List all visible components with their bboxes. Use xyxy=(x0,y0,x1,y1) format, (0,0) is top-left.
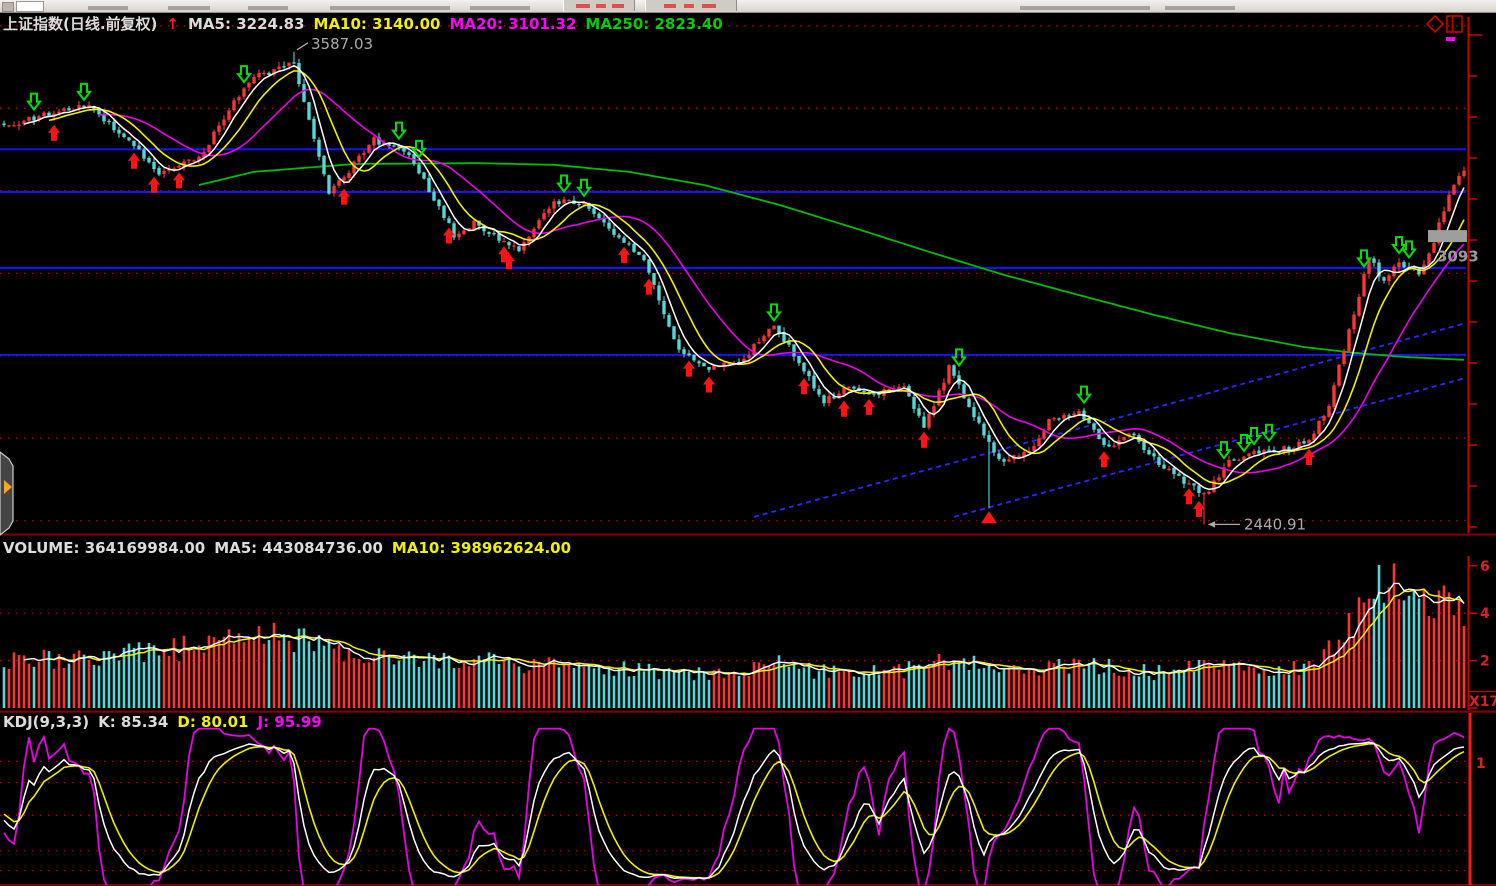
diamond-icon[interactable] xyxy=(1425,14,1445,34)
ma5-value: MA5: 3224.83 xyxy=(188,15,305,33)
kdj-k-value: K: 85.34 xyxy=(98,713,169,731)
volume-ma10-value: MA10: 398962624.00 xyxy=(391,539,572,557)
ma10-value: MA10: 3140.00 xyxy=(313,15,441,33)
kdj-axis-label: 1 xyxy=(1476,756,1486,772)
ma20-line xyxy=(98,88,1465,474)
kdj-k-line xyxy=(3,741,1465,880)
volume-ma5-value: MA5: 443084736.00 xyxy=(214,539,383,557)
peak-price-label: 3587.03 xyxy=(311,35,373,53)
app-window: 3587.03 2440.91 3093 6 4 2 X17 1 上证指数(日线.前复权) ↑ M… xyxy=(0,0,1496,886)
volume-ma10-line xyxy=(48,588,1465,675)
kdj-j-value: J: 95.99 xyxy=(257,713,322,731)
sell-arrow-icons xyxy=(26,65,1417,460)
volume-axis: 6 4 2 X17 xyxy=(1467,556,1496,710)
kdj-d-line xyxy=(3,742,1465,879)
kdj-header: KDJ(9,3,3) K: 85.34 D: 80.01 J: 95.99 xyxy=(3,713,331,731)
triangle-marker-icon xyxy=(981,511,997,524)
symbol-title: 上证指数(日线.前复权) xyxy=(3,15,158,33)
ma250-value: MA250: 2823.40 xyxy=(585,15,723,33)
kdj-title: KDJ(9,3,3) xyxy=(3,713,90,731)
volume-value: VOLUME: 364169984.00 xyxy=(3,539,206,557)
price-badge-label: 3093 xyxy=(1437,248,1479,266)
kdj-gridlines xyxy=(0,760,1468,872)
trough-price-label: 2440.91 xyxy=(1244,515,1306,533)
svg-text:4: 4 xyxy=(1480,606,1490,622)
volume-bars[interactable] xyxy=(2,563,1466,708)
price-gridlines xyxy=(0,25,1466,522)
ma10-line xyxy=(48,70,1465,485)
volume-header: VOLUME: 364169984.00 MA5: 443084736.00 MA1… xyxy=(3,539,580,557)
pane-separator xyxy=(0,533,1496,536)
svg-text:2: 2 xyxy=(1480,654,1490,670)
candles-layer[interactable] xyxy=(2,51,1466,525)
volume-unit-label: X17 xyxy=(1469,694,1496,710)
price-badge xyxy=(1428,230,1467,243)
signal-up-icon: ↑ xyxy=(166,15,179,33)
magenta-tick xyxy=(1446,37,1455,41)
kdj-d-value: D: 80.01 xyxy=(177,713,249,731)
window-icon[interactable] xyxy=(1446,15,1463,33)
chart-canvas[interactable]: 3587.03 2440.91 3093 6 4 2 X17 1 xyxy=(0,0,1496,886)
price-axis xyxy=(1467,17,1482,533)
ma20-value: MA20: 3101.32 xyxy=(449,15,577,33)
panel-expand-tab[interactable] xyxy=(0,451,14,536)
svg-text:6: 6 xyxy=(1480,559,1490,575)
buy-arrow-icons xyxy=(48,124,1315,517)
main-chart-header: 上证指数(日线.前复权) ↑ MA5: 3224.83 MA10: 3140.00 MA… xyxy=(3,13,732,34)
